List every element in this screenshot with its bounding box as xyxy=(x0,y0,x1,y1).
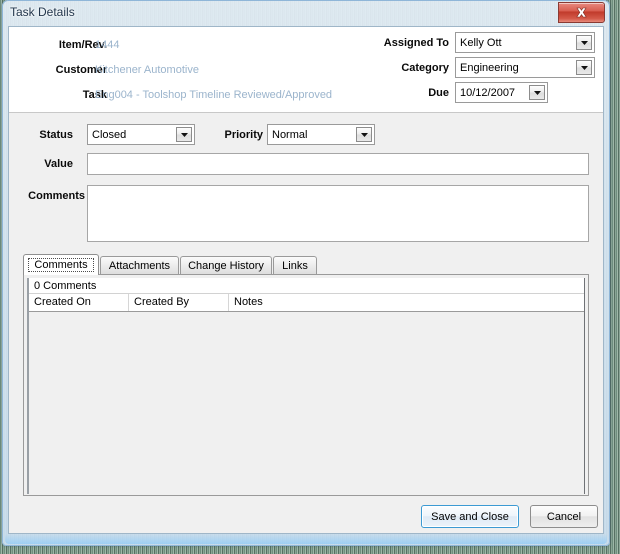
save-and-close-button[interactable]: Save and Close xyxy=(421,505,519,528)
tab-change-history-label: Change History xyxy=(188,259,264,272)
task-details-window: Task Details Item/Rev. 1444 Customer Kit… xyxy=(2,0,610,546)
item-rev-label: Item/Rev. xyxy=(58,39,107,51)
priority-value: Normal xyxy=(272,128,308,141)
grid-column-notes[interactable]: Notes xyxy=(229,294,585,311)
status-label: Status xyxy=(39,129,73,141)
assigned-to-combo[interactable]: Kelly Ott xyxy=(455,32,595,53)
category-label: Category xyxy=(401,62,449,74)
chevron-down-icon xyxy=(360,132,368,137)
priority-combo[interactable]: Normal xyxy=(267,124,375,145)
tab-attachments[interactable]: Attachments xyxy=(100,256,179,274)
category-dropdown-arrow[interactable] xyxy=(576,60,592,75)
task-value: Eng004 - Toolshop Timeline Reviewed/Appr… xyxy=(95,89,333,101)
grid-column-created-on[interactable]: Created On xyxy=(29,294,129,311)
category-combo[interactable]: Engineering xyxy=(455,57,595,78)
assigned-to-dropdown-arrow[interactable] xyxy=(576,35,592,50)
grid-caption-text: 0 Comments xyxy=(34,280,97,292)
chevron-down-icon xyxy=(533,90,541,95)
window-titlebar[interactable]: Task Details xyxy=(2,0,610,25)
dialog-client-area: Item/Rev. 1444 Customer Kitchener Automo… xyxy=(8,26,604,534)
grid-header-row: Created On Created By Notes xyxy=(29,294,584,312)
task-label: Task xyxy=(82,89,107,101)
comments-textarea[interactable] xyxy=(87,185,589,242)
status-value: Closed xyxy=(92,128,127,141)
category-value: Engineering xyxy=(460,61,519,74)
customer-label: Customer xyxy=(55,64,107,76)
comments-label: Comments xyxy=(28,190,85,202)
window-bottom-glow xyxy=(5,534,607,544)
tab-comments[interactable]: Comments xyxy=(23,254,99,275)
priority-dropdown-arrow[interactable] xyxy=(356,127,372,142)
chevron-down-icon xyxy=(580,40,588,45)
assigned-to-label: Assigned To xyxy=(383,37,449,49)
grid-caption: 0 Comments xyxy=(29,278,584,294)
grid-body xyxy=(29,312,584,494)
window-title: Task Details xyxy=(10,5,75,19)
details-tabcontrol: Comments Attachments Change History Link… xyxy=(23,254,589,496)
status-combo[interactable]: Closed xyxy=(87,124,195,145)
due-label: Due xyxy=(428,87,449,99)
grid-column-created-by[interactable]: Created By xyxy=(129,294,229,311)
due-date-value: 10/12/2007 xyxy=(460,86,516,99)
chevron-down-icon xyxy=(580,65,588,70)
save-and-close-label: Save and Close xyxy=(431,510,509,523)
customer-value: Kitchener Automotive xyxy=(95,64,199,76)
tab-links[interactable]: Links xyxy=(273,256,317,274)
due-date-dropdown-arrow[interactable] xyxy=(529,85,545,100)
close-button[interactable] xyxy=(558,2,605,23)
assigned-to-value: Kelly Ott xyxy=(460,36,502,49)
tab-links-label: Links xyxy=(282,259,308,272)
tab-comments-label: Comments xyxy=(28,257,94,272)
cancel-button[interactable]: Cancel xyxy=(530,505,598,528)
tabpage-comments: 0 Comments Created On Created By Notes xyxy=(23,274,589,496)
priority-label: Priority xyxy=(224,129,263,141)
tab-change-history[interactable]: Change History xyxy=(180,256,272,274)
cancel-label: Cancel xyxy=(546,510,582,523)
due-date-picker[interactable]: 10/12/2007 xyxy=(455,82,548,103)
chevron-down-icon xyxy=(180,132,188,137)
comments-grid[interactable]: 0 Comments Created On Created By Notes xyxy=(27,278,585,494)
status-dropdown-arrow[interactable] xyxy=(176,127,192,142)
tab-attachments-label: Attachments xyxy=(108,259,171,272)
value-input[interactable] xyxy=(87,153,589,175)
value-label: Value xyxy=(44,158,73,170)
close-icon xyxy=(576,7,587,18)
item-rev-value: 1444 xyxy=(95,39,120,51)
summary-header-panel: Item/Rev. 1444 Customer Kitchener Automo… xyxy=(9,27,603,113)
